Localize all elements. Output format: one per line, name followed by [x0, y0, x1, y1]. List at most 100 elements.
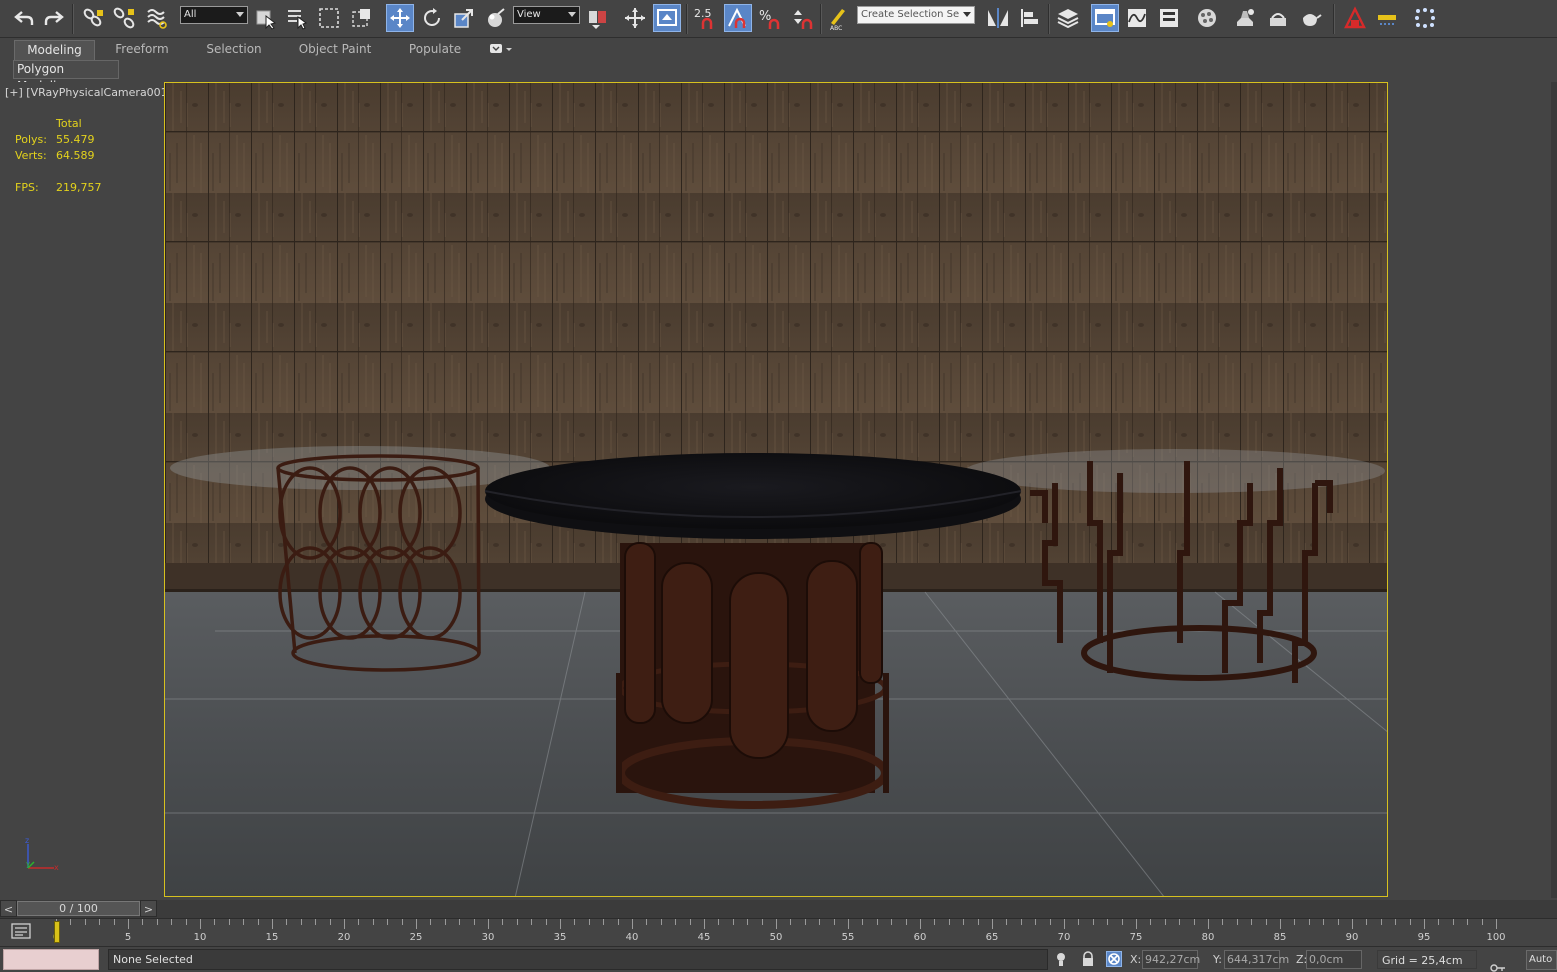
schematic-view-icon[interactable]: [1155, 4, 1183, 32]
frame-label: 85: [1273, 932, 1287, 943]
z-coordinate-field[interactable]: 0,0cm: [1306, 950, 1362, 969]
time-slider[interactable]: [0, 900, 1557, 918]
frame-tick: [286, 919, 288, 925]
curve-editor-icon[interactable]: [1123, 4, 1151, 32]
rendered-frame-icon[interactable]: [1264, 4, 1292, 32]
frame-ruler[interactable]: 0510152025303540455055606570758085909510…: [53, 919, 1506, 945]
unlink-icon[interactable]: [110, 4, 138, 32]
align-icon[interactable]: [1016, 4, 1044, 32]
selection-filter-dropdown[interactable]: All: [180, 6, 248, 24]
snap-toggle-icon[interactable]: 2.5: [692, 4, 720, 32]
maxscript-listener-input[interactable]: [3, 949, 99, 970]
key-icon[interactable]: [1490, 958, 1506, 972]
frame-tick: [156, 919, 158, 925]
manipulate-icon[interactable]: [621, 4, 649, 32]
rect-selection-icon[interactable]: [315, 4, 343, 32]
frame-tick: [617, 919, 619, 925]
frame-tick: [1150, 919, 1152, 925]
time-slider-next-button[interactable]: >: [140, 900, 157, 917]
select-object-icon[interactable]: [252, 4, 280, 32]
mirror-icon[interactable]: [984, 4, 1012, 32]
frame-tick: [502, 919, 504, 925]
current-frame-marker[interactable]: [54, 921, 60, 943]
vray-extra-icon[interactable]: [1411, 4, 1439, 32]
rotate-icon[interactable]: [418, 4, 446, 32]
vray-icon[interactable]: [1341, 4, 1369, 32]
frame-label: 70: [1057, 932, 1071, 943]
render-production-icon[interactable]: [1296, 4, 1324, 32]
placement-icon[interactable]: [482, 4, 510, 32]
bind-space-warp-icon[interactable]: [143, 4, 171, 32]
frame-tick: [905, 919, 907, 925]
frame-tick: [1308, 919, 1310, 925]
material-editor-icon[interactable]: [1193, 4, 1221, 32]
tab-object-paint[interactable]: Object Paint: [292, 40, 378, 60]
angle-snap-icon[interactable]: [724, 4, 752, 32]
frame-tick: [689, 919, 691, 925]
frame-label: 20: [337, 932, 351, 943]
frame-tick: [113, 919, 115, 925]
keyboard-shortcut-override-icon[interactable]: [653, 4, 681, 32]
auto-key-button[interactable]: Auto Key: [1526, 950, 1557, 970]
frame-tick: [315, 919, 317, 925]
redo-icon[interactable]: [40, 4, 68, 32]
frame-tick: [387, 919, 389, 925]
move-icon[interactable]: [386, 4, 414, 32]
frame-label: 90: [1345, 932, 1359, 943]
frame-label: 35: [553, 932, 567, 943]
y-coordinate-field[interactable]: 644,317cm: [1224, 950, 1289, 969]
svg-text:ABC: ABC: [830, 25, 842, 30]
frame-tick: [833, 919, 835, 925]
time-slider-prev-button[interactable]: <: [0, 900, 17, 917]
percent-snap-icon[interactable]: %: [756, 4, 784, 32]
tab-selection[interactable]: Selection: [198, 40, 270, 60]
ref-coord-dropdown[interactable]: View: [513, 6, 580, 24]
render-setup-icon[interactable]: [1231, 4, 1259, 32]
x-coordinate-field[interactable]: 942,27cm: [1142, 950, 1200, 969]
frame-tick: [675, 919, 677, 925]
selection-status: None Selected: [108, 949, 1048, 970]
select-by-name-icon[interactable]: [283, 4, 311, 32]
frame-tick: [963, 919, 965, 925]
stats-header: Total: [56, 117, 82, 130]
frame-tick: [444, 919, 446, 925]
edit-named-sel-icon[interactable]: ABC: [825, 4, 853, 32]
window-crossing-icon[interactable]: [348, 4, 376, 32]
frame-label: 5: [124, 932, 132, 943]
time-slider-thumb[interactable]: 0 / 100: [17, 901, 140, 916]
absolute-mode-transform-icon[interactable]: [1106, 951, 1122, 967]
tab-freeform[interactable]: Freeform: [106, 40, 178, 60]
frame-tick: [1438, 919, 1440, 925]
scale-icon[interactable]: [450, 4, 478, 32]
x-label: X:: [1130, 953, 1142, 966]
frame-tick: [272, 919, 273, 929]
toggle-ribbon-icon[interactable]: [1091, 4, 1119, 32]
frame-tick: [574, 919, 576, 925]
frame-tick: [1366, 919, 1368, 925]
layer-explorer-icon[interactable]: [1054, 4, 1082, 32]
named-selection-sets-dropdown[interactable]: Create Selection Se: [857, 6, 975, 24]
frame-label: 50: [769, 932, 783, 943]
y-label: Y:: [1213, 953, 1222, 966]
frame-tick: [992, 919, 993, 929]
frame-label: 100: [1486, 932, 1506, 943]
isolate-selection-icon[interactable]: [1053, 951, 1069, 967]
frame-tick: [1136, 919, 1137, 929]
frame-label: 95: [1417, 932, 1431, 943]
frame-tick: [1280, 919, 1281, 929]
spinner-snap-icon[interactable]: [788, 4, 816, 32]
undo-icon[interactable]: [10, 4, 38, 32]
mini-curve-editor-icon[interactable]: [11, 922, 31, 940]
ribbon-options-icon[interactable]: [489, 43, 513, 55]
camera-viewport[interactable]: [164, 82, 1388, 897]
lock-selection-icon[interactable]: [1080, 951, 1096, 967]
tab-modeling[interactable]: Modeling: [14, 40, 95, 60]
pivot-center-icon[interactable]: [584, 4, 612, 32]
vray-lights-icon[interactable]: [1373, 4, 1401, 32]
polygon-modeling-tab[interactable]: Polygon Modeling: [13, 60, 119, 93]
link-icon[interactable]: [79, 4, 107, 32]
tab-populate[interactable]: Populate: [400, 40, 470, 60]
viewport-right-margin: [1389, 82, 1557, 898]
svg-text:2.5: 2.5: [694, 7, 712, 20]
frame-tick: [862, 919, 864, 925]
